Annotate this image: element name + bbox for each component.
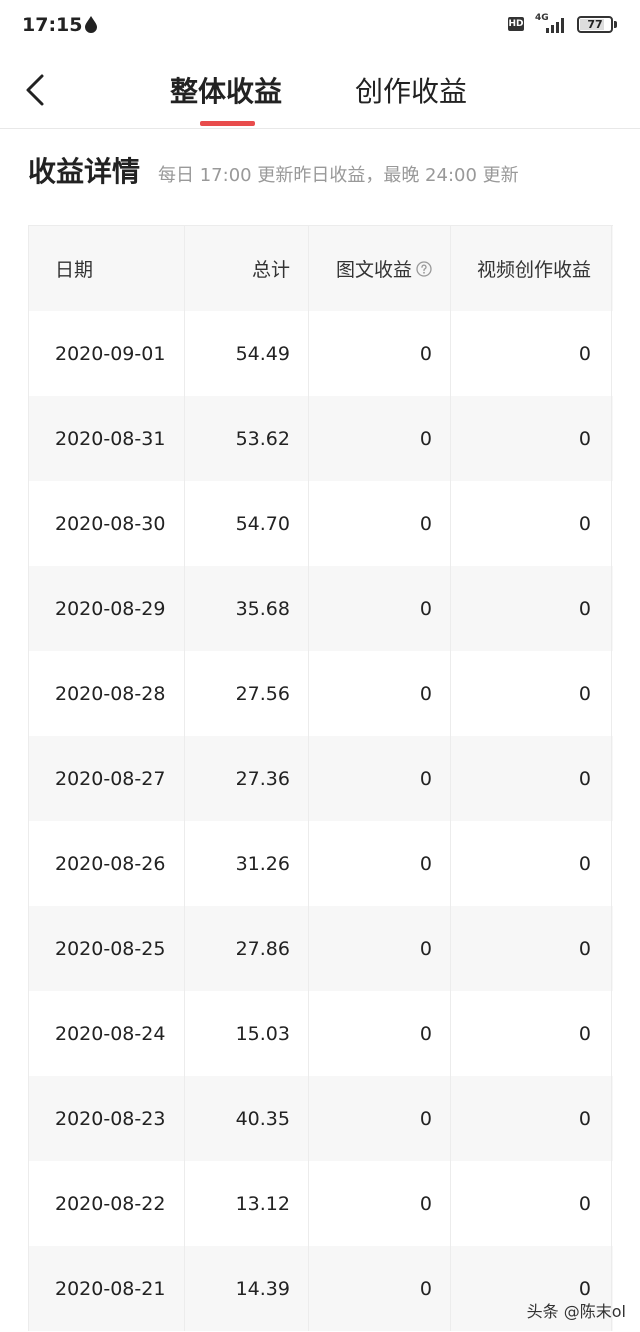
earnings-table: 日期 总计 图文收益 视频创作收益 2020-09-01 54.49 0 0 2020-… <box>28 225 613 1331</box>
cell-total: 27.56 <box>185 651 309 736</box>
table-row: 2020-08-30 54.70 0 0 <box>29 481 613 566</box>
cell-article-earnings: 0 <box>309 311 451 396</box>
battery-tip <box>614 21 617 28</box>
cell-date: 2020-08-28 <box>29 651 185 736</box>
cell-date: 2020-08-27 <box>29 736 185 821</box>
table-row: 2020-08-24 15.03 0 0 <box>29 991 613 1076</box>
cell-date: 2020-08-26 <box>29 821 185 906</box>
table-row: 2020-08-28 27.56 0 0 <box>29 651 613 736</box>
earnings-detail-header: 收益详情 每日 17:00 更新昨日收益，最晚 24:00 更新 <box>28 150 628 190</box>
cell-article-earnings: 0 <box>309 651 451 736</box>
table-row: 2020-08-21 14.39 0 0 <box>29 1246 613 1331</box>
header-date: 日期 <box>29 226 185 311</box>
back-arrow-icon[interactable] <box>18 70 54 110</box>
cell-total: 31.26 <box>185 821 309 906</box>
cell-article-earnings: 0 <box>309 736 451 821</box>
cell-article-earnings: 0 <box>309 991 451 1076</box>
cell-date: 2020-08-29 <box>29 566 185 651</box>
cell-total: 40.35 <box>185 1076 309 1161</box>
table-row: 2020-08-22 13.12 0 0 <box>29 1161 613 1246</box>
cell-date: 2020-08-24 <box>29 991 185 1076</box>
cell-date: 2020-08-21 <box>29 1246 185 1331</box>
battery-icon: 77 <box>577 16 613 33</box>
cell-total: 27.36 <box>185 736 309 821</box>
nav-header: 整体收益 创作收益 <box>0 52 640 129</box>
cell-video-earnings: 0 <box>451 481 612 566</box>
cell-article-earnings: 0 <box>309 1246 451 1331</box>
update-note: 每日 17:00 更新昨日收益，最晚 24:00 更新 <box>158 165 519 186</box>
cell-total: 15.03 <box>185 991 309 1076</box>
tab-creation-earnings[interactable]: 创作收益 <box>355 70 467 110</box>
cell-total: 14.39 <box>185 1246 309 1331</box>
signal-icon <box>546 18 564 33</box>
cell-video-earnings: 0 <box>451 991 612 1076</box>
cell-date: 2020-08-22 <box>29 1161 185 1246</box>
cell-date: 2020-08-25 <box>29 906 185 991</box>
table-row: 2020-08-27 27.36 0 0 <box>29 736 613 821</box>
active-tab-indicator <box>200 121 255 126</box>
battery-level: 77 <box>587 18 603 31</box>
table-row: 2020-09-01 54.49 0 0 <box>29 311 613 396</box>
cell-total: 13.12 <box>185 1161 309 1246</box>
section-title: 收益详情 <box>28 155 141 188</box>
drop-icon <box>85 16 97 33</box>
cell-total: 27.86 <box>185 906 309 991</box>
cell-article-earnings: 0 <box>309 906 451 991</box>
cell-video-earnings: 0 <box>451 1076 612 1161</box>
cell-video-earnings: 0 <box>451 1161 612 1246</box>
cell-video-earnings: 0 <box>451 651 612 736</box>
cell-video-earnings: 0 <box>451 396 612 481</box>
cell-total: 53.62 <box>185 396 309 481</box>
cell-video-earnings: 0 <box>451 311 612 396</box>
status-time: 17:15 <box>22 14 83 36</box>
cell-total: 35.68 <box>185 566 309 651</box>
header-video-earnings: 视频创作收益 <box>451 226 612 311</box>
table-row: 2020-08-25 27.86 0 0 <box>29 906 613 991</box>
cell-date: 2020-08-30 <box>29 481 185 566</box>
cell-article-earnings: 0 <box>309 1161 451 1246</box>
cell-article-earnings: 0 <box>309 821 451 906</box>
cell-total: 54.70 <box>185 481 309 566</box>
table-header-row: 日期 总计 图文收益 视频创作收益 <box>29 226 613 311</box>
cell-date: 2020-09-01 <box>29 311 185 396</box>
cell-video-earnings: 0 <box>451 736 612 821</box>
table-row: 2020-08-26 31.26 0 0 <box>29 821 613 906</box>
cell-video-earnings: 0 <box>451 566 612 651</box>
cell-article-earnings: 0 <box>309 566 451 651</box>
header-article-earnings: 图文收益 <box>309 226 451 311</box>
tab-overall-earnings[interactable]: 整体收益 <box>170 70 282 110</box>
watermark: 头条 @陈末ol <box>526 1302 626 1321</box>
cell-article-earnings: 0 <box>309 396 451 481</box>
table-row: 2020-08-23 40.35 0 0 <box>29 1076 613 1161</box>
help-icon[interactable] <box>416 260 432 277</box>
table-row: 2020-08-31 53.62 0 0 <box>29 396 613 481</box>
hd-badge: HD <box>508 17 524 31</box>
cell-article-earnings: 0 <box>309 481 451 566</box>
cell-date: 2020-08-31 <box>29 396 185 481</box>
table-row: 2020-08-29 35.68 0 0 <box>29 566 613 651</box>
cell-video-earnings: 0 <box>451 821 612 906</box>
cell-video-earnings: 0 <box>451 906 612 991</box>
status-bar: 17:15 HD 4G 77 <box>0 0 640 52</box>
cell-date: 2020-08-23 <box>29 1076 185 1161</box>
cell-total: 54.49 <box>185 311 309 396</box>
header-total: 总计 <box>185 226 309 311</box>
cell-article-earnings: 0 <box>309 1076 451 1161</box>
header-article-earnings-label: 图文收益 <box>335 259 412 281</box>
